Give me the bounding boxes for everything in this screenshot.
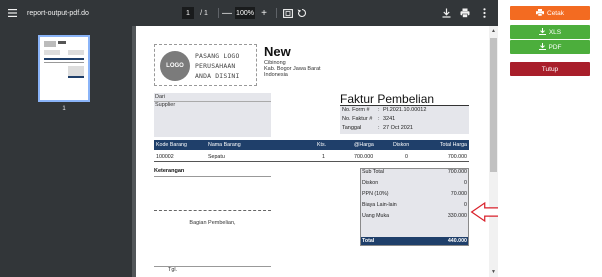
toolbar-divider bbox=[276, 8, 277, 18]
scroll-thumb[interactable] bbox=[490, 38, 497, 172]
invoice-title: Faktur Pembelian bbox=[340, 92, 435, 106]
dashed-divider bbox=[154, 210, 271, 211]
scroll-down-icon[interactable]: ▼ bbox=[490, 268, 497, 276]
date-label: Tgl. bbox=[168, 267, 178, 273]
cell-total: 700.000 bbox=[447, 154, 467, 160]
items-table-header: Kode Barang Nama Barang Kts. @Harga Disk… bbox=[154, 140, 469, 150]
download-icon bbox=[538, 27, 546, 37]
cell-nama: Sepatu bbox=[208, 154, 225, 160]
scrollbar[interactable]: ▲ ▼ bbox=[489, 26, 498, 277]
fit-page-icon[interactable] bbox=[282, 0, 294, 26]
export-xls-button[interactable]: XLS bbox=[510, 25, 590, 39]
download-icon bbox=[538, 42, 546, 52]
page-number-input[interactable]: 1 bbox=[182, 7, 194, 19]
invoice-page: LOGO PASANG LOGO PERUSAHAAN ANDA DISINI … bbox=[136, 26, 489, 277]
divider bbox=[154, 161, 469, 162]
menu-icon[interactable] bbox=[4, 0, 20, 26]
action-panel: Cetak XLS PDF Tutup bbox=[498, 0, 602, 277]
more-vert-icon[interactable] bbox=[478, 0, 490, 26]
logo-text-line: ANDA DISINI bbox=[195, 72, 240, 80]
invoice-fields: No. Form #: PI.2021.10.00012 No. Faktur #… bbox=[340, 106, 469, 134]
print-button-label: Cetak bbox=[547, 9, 564, 17]
notes-label: Keterangan bbox=[154, 168, 185, 174]
thumbnail-page-number: 1 bbox=[62, 106, 66, 112]
export-pdf-button[interactable]: PDF bbox=[510, 40, 590, 54]
viewer-toolbar: report-output-pdf.do 1 / 1 — 100% + bbox=[0, 0, 498, 26]
export-xls-label: XLS bbox=[548, 28, 562, 36]
page-total: / 1 bbox=[200, 9, 208, 17]
signature-label: Bagian Pembelian, bbox=[189, 220, 236, 226]
logo-placeholder: LOGO PASANG LOGO PERUSAHAAN ANDA DISINI bbox=[154, 44, 257, 86]
summary-outline bbox=[360, 168, 469, 246]
download-icon[interactable] bbox=[440, 0, 452, 26]
print-icon bbox=[536, 8, 544, 18]
close-button[interactable]: Tutup bbox=[510, 62, 590, 76]
cell-kts: 1 bbox=[322, 154, 325, 160]
from-box: Dari Supplier bbox=[154, 93, 271, 137]
scroll-up-icon[interactable]: ▲ bbox=[490, 27, 497, 35]
logo-text-line: PASANG LOGO bbox=[195, 52, 240, 60]
logo-circle: LOGO bbox=[160, 51, 190, 81]
col-total-header: Total Harga bbox=[439, 142, 467, 148]
export-pdf-label: PDF bbox=[548, 43, 562, 51]
col-diskon-header: Diskon bbox=[393, 142, 410, 148]
cell-diskon: 0 bbox=[405, 154, 408, 160]
print-icon[interactable] bbox=[459, 0, 471, 26]
divider bbox=[154, 176, 271, 177]
address-line: Indonesia bbox=[264, 72, 288, 78]
close-button-label: Tutup bbox=[541, 65, 559, 73]
col-nama-header: Nama Barang bbox=[208, 142, 241, 148]
field-row: No. Faktur #:3241 bbox=[342, 116, 396, 122]
field-row: No. Form #: PI.2021.10.00012 bbox=[342, 107, 427, 113]
from-label: Dari bbox=[155, 94, 166, 100]
file-name: report-output-pdf.do bbox=[27, 9, 89, 17]
col-kode-header: Kode Barang bbox=[156, 142, 187, 148]
col-kts-header: Kts. bbox=[317, 142, 327, 148]
zoom-in-button[interactable]: + bbox=[259, 0, 269, 26]
company-name: New bbox=[264, 44, 291, 59]
rotate-icon[interactable] bbox=[296, 0, 308, 26]
table-row: 100002 Sepatu 1 700.000 0 700.000 bbox=[154, 152, 469, 161]
toolbar-divider bbox=[218, 8, 219, 18]
field-row: Tanggal:27 Oct 2021 bbox=[342, 125, 413, 131]
logo-text-line: PERUSAHAAN bbox=[195, 62, 236, 70]
pdf-viewer: report-output-pdf.do 1 / 1 — 100% + 1 LO… bbox=[0, 0, 498, 277]
print-button[interactable]: Cetak bbox=[510, 6, 590, 20]
col-harga-header: @Harga bbox=[354, 142, 374, 148]
supplier-label: Supplier bbox=[155, 102, 176, 108]
zoom-level-input[interactable]: 100% bbox=[235, 7, 255, 19]
cell-kode: 100002 bbox=[156, 154, 174, 160]
thumbnail-sidebar: 1 bbox=[0, 26, 132, 277]
page-thumbnail[interactable] bbox=[38, 35, 90, 102]
cell-harga: 700.000 bbox=[354, 154, 374, 160]
zoom-out-button[interactable]: — bbox=[222, 0, 232, 26]
